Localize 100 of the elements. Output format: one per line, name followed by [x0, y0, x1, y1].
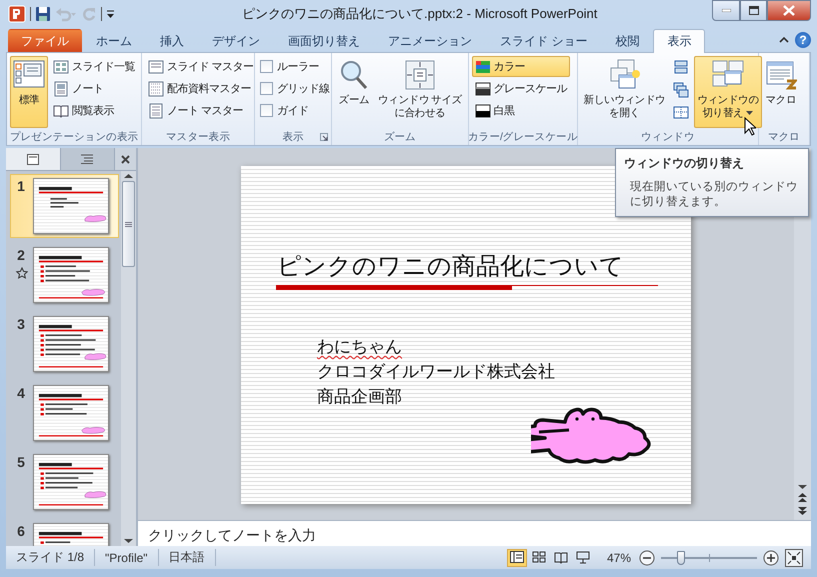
cascade-icon: [673, 82, 690, 98]
group-label: プレゼンテーションの表示: [10, 130, 138, 144]
collapse-ribbon-icon[interactable]: [779, 36, 789, 44]
subtitle-line: わにちゃん: [317, 336, 403, 358]
help-button[interactable]: ?: [795, 32, 811, 48]
close-button[interactable]: [767, 0, 811, 21]
ribbon-button[interactable]: カラー: [472, 56, 570, 77]
outline-tab[interactable]: [60, 148, 115, 170]
ribbon-button[interactable]: ウィンドウの 切り替え: [694, 56, 762, 128]
ribbon-tab[interactable]: 表示: [653, 29, 706, 53]
ribbon-button[interactable]: 白黒: [472, 100, 570, 121]
ribbon-tab[interactable]: 校閲: [601, 30, 654, 52]
app-icon[interactable]: [8, 5, 26, 23]
previous-slide-icon[interactable]: [798, 493, 807, 503]
slide-counter: スライド 1/8: [6, 549, 96, 566]
slide-number: 3: [17, 316, 25, 332]
scroll-up-icon[interactable]: [124, 173, 133, 179]
tooltip-title: ウィンドウの切り替え: [624, 155, 745, 172]
checkbox[interactable]: [260, 60, 273, 73]
save-icon[interactable]: [35, 6, 51, 22]
scroll-down-icon[interactable]: [798, 484, 807, 490]
ribbon-button[interactable]: グレースケール: [472, 78, 570, 99]
fit-window-icon: [404, 59, 436, 91]
ribbon-button[interactable]: 閲覧表示: [50, 100, 138, 121]
arrange-all-icon: [673, 59, 690, 75]
ribbon-button[interactable]: ウィンドウ サイズ に合わせる: [375, 56, 465, 128]
group-label: 表示: [282, 130, 304, 144]
ribbon-tab[interactable]: 画面切り替え: [274, 30, 374, 52]
scroll-down-icon[interactable]: [124, 538, 133, 544]
ribbon-button[interactable]: ズーム: [335, 56, 373, 128]
ribbon-button[interactable]: ノート: [50, 78, 138, 99]
ribbon-button[interactable]: マクロ: [762, 56, 800, 128]
theme-name: "Profile": [95, 549, 159, 566]
tooltip-text: 現在開いている別のウィンドウに切り替えます。: [630, 180, 799, 210]
group-label: マクロ: [768, 130, 800, 144]
notes-master-icon: [148, 102, 164, 118]
slide-thumbnail-row[interactable]: 3: [10, 312, 119, 376]
minimize-button[interactable]: [712, 0, 740, 21]
slide-sorter-icon: [53, 58, 69, 74]
fit-to-window-icon[interactable]: [785, 548, 803, 566]
minimize-icon: [722, 9, 730, 12]
notes-page-icon: [53, 80, 69, 96]
ribbon-button[interactable]: スライド一覧: [50, 56, 138, 77]
slide-number: 2: [17, 247, 25, 263]
slide-number: 6: [17, 523, 25, 539]
slide-thumbnail-row[interactable]: 2: [10, 243, 119, 307]
zoom-level: 47%: [606, 550, 631, 564]
zoom-slider-thumb[interactable]: [677, 550, 686, 564]
ribbon-button[interactable]: 配布資料マスター: [145, 78, 257, 99]
ribbon-tab[interactable]: アニメーション: [374, 30, 486, 52]
subtitle-line: 商品企画部: [317, 386, 403, 408]
split-icon: [673, 105, 690, 121]
ribbon-tab[interactable]: デザイン: [198, 30, 274, 52]
mouse-pointer-icon: [744, 117, 756, 136]
slides-tab[interactable]: [6, 148, 60, 170]
ribbon-button[interactable]: スライド マスター: [145, 56, 257, 77]
checkbox-label: ガイド: [277, 104, 308, 118]
magnifier-icon: [338, 59, 370, 91]
ribbon-tab[interactable]: ホーム: [82, 30, 146, 52]
slide-icon: [26, 154, 39, 164]
scrollbar-thumb[interactable]: [122, 181, 135, 267]
ribbon-button[interactable]: 標準: [10, 56, 48, 128]
notes-placeholder: クリックしてノートを入力: [148, 527, 316, 545]
language: 日本語: [158, 549, 216, 566]
slide-title: ピンクのワニの商品化について: [277, 252, 624, 282]
window-title: ピンクのワニの商品化について.pptx:2 - Microsoft PowerPoint: [242, 5, 598, 23]
customize-caret-icon[interactable]: [106, 9, 115, 19]
zoom-in-icon[interactable]: [763, 550, 779, 566]
checkbox-label: グリッド線: [277, 82, 330, 96]
color-icon: [474, 58, 491, 74]
slide-thumbnail-row[interactable]: 4: [10, 381, 119, 445]
new-window-icon: [608, 59, 641, 91]
slide-number: 5: [17, 454, 25, 470]
ribbon-button[interactable]: 新しいウィンドウ を開く: [580, 56, 668, 128]
ribbon-button[interactable]: ノート マスター: [145, 100, 257, 121]
subtitle-line: クロコダイルワールド株式会社: [317, 361, 555, 383]
checkbox-label: ルーラー: [277, 60, 319, 74]
next-slide-icon[interactable]: [798, 506, 807, 516]
slide-thumbnail-row[interactable]: 5: [10, 450, 119, 514]
group-label: カラー/グレースケール: [468, 130, 578, 144]
notes-field[interactable]: クリックしてノートを入力: [138, 520, 811, 546]
handout-master-icon: [148, 80, 164, 96]
zoom-out-icon[interactable]: [639, 550, 655, 566]
close-icon: [783, 5, 795, 16]
checkbox[interactable]: [260, 104, 273, 117]
maximize-icon: [748, 6, 758, 15]
slide-thumbnail-row[interactable]: 1: [10, 174, 119, 238]
ribbon-tab[interactable]: スライド ショー: [486, 30, 602, 52]
maximize-button[interactable]: [740, 0, 767, 21]
checkbox[interactable]: [260, 82, 273, 95]
slide-master-icon: [148, 58, 164, 74]
slide-number: 4: [17, 385, 25, 401]
slide-thumbnail-row[interactable]: 6: [10, 519, 119, 546]
grayscale-icon: [474, 80, 491, 96]
dialog-launcher-icon[interactable]: [320, 133, 328, 141]
group-label: マスター表示: [166, 130, 230, 144]
ribbon-tab[interactable]: 挿入: [146, 30, 198, 52]
normal-view-icon[interactable]: [506, 548, 527, 566]
macro-icon: [764, 59, 797, 91]
close-icon: [121, 154, 130, 164]
